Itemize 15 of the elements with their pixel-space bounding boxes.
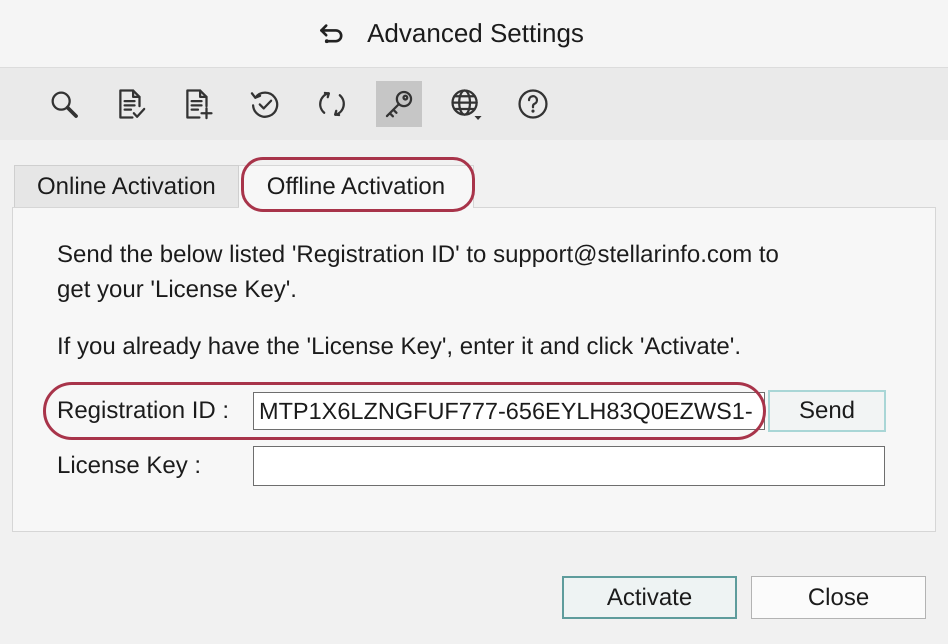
field-label: Registration ID :: [57, 397, 230, 425]
globe-icon: [449, 87, 483, 121]
instruction-text: Send the below listed 'Registration ID' to support@stellarinfo.com to get your 'License Key'.: [57, 240, 780, 305]
dialog-button[interactable]: Close: [751, 576, 926, 619]
help-icon: [516, 87, 550, 121]
tab[interactable]: Online Activation: [14, 165, 239, 207]
tab[interactable]: Offline Activation: [238, 165, 474, 208]
input-field[interactable]: [253, 446, 885, 486]
send-button[interactable]: Send: [768, 390, 886, 432]
window-title: Advanced Settings: [367, 18, 584, 49]
input-field[interactable]: MTP1X6LZNGFUF777-656EYLH83Q0EZWS1-: [253, 392, 765, 430]
dialog-button[interactable]: Activate: [562, 576, 737, 619]
field-label: License Key :: [57, 452, 202, 480]
instruction-text: If you already have the 'License Key', enter it and click 'Activate'.: [57, 332, 742, 362]
toolbar-button[interactable]: [376, 81, 422, 127]
